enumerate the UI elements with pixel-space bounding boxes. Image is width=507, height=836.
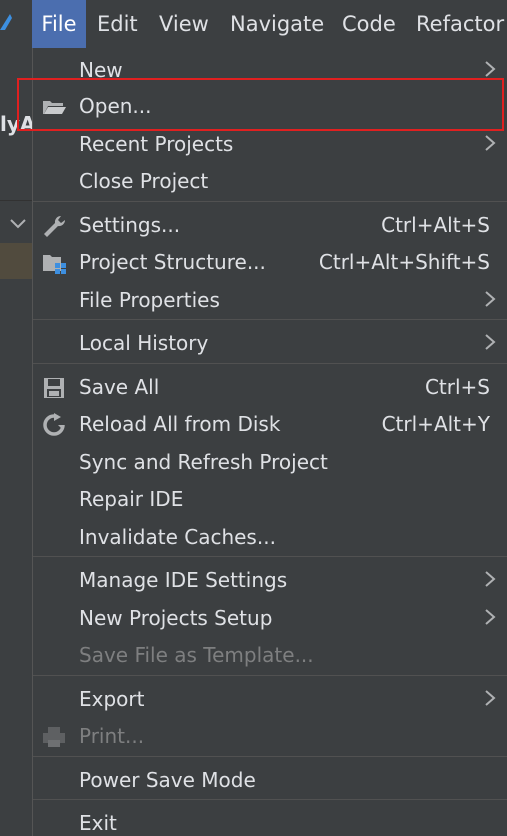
menu-item-label: Sync and Refresh Project: [79, 450, 328, 474]
reload-icon: [43, 413, 65, 436]
file-menu-dropdown: New Open... Recent Projects Close Projec…: [32, 48, 507, 836]
menu-refactor[interactable]: Refactor: [416, 0, 504, 48]
menu-item-shortcut: Ctrl+Alt+Y: [381, 412, 490, 436]
menu-item-manage-ide-settings[interactable]: Manage IDE Settings: [33, 562, 507, 598]
menubar: File Edit View Navigate Code Refactor: [0, 0, 507, 48]
highlight-box: [17, 78, 504, 131]
menu-item-label: File Properties: [79, 288, 220, 312]
ide-window: File Edit View Navigate Code Refactor ly…: [0, 0, 507, 836]
wrench-icon: [44, 215, 66, 237]
chevron-right-icon: [485, 291, 496, 307]
printer-icon: [43, 727, 65, 747]
menu-item-label: Manage IDE Settings: [79, 568, 288, 592]
menu-navigate[interactable]: Navigate: [230, 0, 324, 48]
menu-separator: [33, 799, 507, 800]
chevron-down-icon[interactable]: [10, 219, 26, 229]
menu-item-repair-ide[interactable]: Repair IDE: [33, 481, 507, 517]
menu-item-label: Power Save Mode: [79, 768, 256, 792]
menu-item-label: Project Structure...: [79, 250, 266, 274]
menu-item-label: Invalidate Caches...: [79, 525, 276, 549]
menu-navigate-label: Navigate: [230, 12, 325, 36]
menu-separator: [33, 675, 507, 676]
menu-separator: [33, 756, 507, 757]
menu-item-label: Print...: [79, 724, 145, 748]
menu-item-sync-refresh[interactable]: Sync and Refresh Project: [33, 444, 507, 480]
selected-tree-row[interactable]: [0, 243, 33, 279]
menu-item-invalidate-caches[interactable]: Invalidate Caches...: [33, 519, 507, 555]
project-structure-icon: [43, 255, 66, 274]
menu-code[interactable]: Code: [342, 0, 396, 48]
menu-item-label: Repair IDE: [79, 487, 184, 511]
menu-item-reload-all[interactable]: Reload All from Disk Ctrl+Alt+Y: [33, 406, 507, 442]
menu-edit-label: Edit: [97, 12, 138, 36]
chevron-right-icon: [485, 334, 496, 350]
menu-item-save-as-template: Save File as Template...: [33, 637, 507, 673]
menu-item-export[interactable]: Export: [33, 681, 507, 717]
menu-view-label: View: [159, 12, 209, 36]
menu-edit[interactable]: Edit: [97, 0, 138, 48]
menu-separator: [33, 556, 507, 557]
menu-item-label: New Projects Setup: [79, 606, 273, 630]
menu-refactor-label: Refactor: [416, 12, 505, 36]
chevron-right-icon: [485, 571, 496, 587]
menu-item-project-structure[interactable]: Project Structure... Ctrl+Alt+Shift+S: [33, 244, 507, 280]
menu-item-shortcut: Ctrl+Alt+Shift+S: [318, 250, 490, 274]
menu-item-save-all[interactable]: Save All Ctrl+S: [33, 369, 507, 405]
chevron-right-icon: [485, 609, 496, 625]
menu-file[interactable]: File: [32, 0, 86, 48]
menu-separator: [33, 363, 507, 364]
menu-item-label: Settings...: [79, 213, 181, 237]
menu-file-label: File: [41, 12, 77, 36]
menu-item-close-project[interactable]: Close Project: [33, 163, 507, 199]
menu-item-label: Local History: [79, 331, 209, 355]
panel-divider: [0, 200, 33, 201]
menu-item-label: Save File as Template...: [79, 643, 314, 667]
menu-separator: [33, 201, 507, 202]
menu-view[interactable]: View: [159, 0, 209, 48]
menu-separator: [33, 319, 507, 320]
chevron-right-icon: [485, 61, 496, 77]
menu-item-local-history[interactable]: Local History: [33, 325, 507, 361]
menu-item-print: Print...: [33, 718, 507, 754]
menu-code-label: Code: [342, 12, 396, 36]
menu-item-new-projects-setup[interactable]: New Projects Setup: [33, 600, 507, 636]
menu-item-settings[interactable]: Settings... Ctrl+Alt+S: [33, 207, 507, 243]
save-icon: [44, 378, 64, 398]
menu-item-label: Close Project: [79, 169, 209, 193]
menu-item-power-save-mode[interactable]: Power Save Mode: [33, 762, 507, 798]
chevron-right-icon: [485, 135, 496, 151]
menu-item-label: Exit: [79, 811, 117, 835]
menu-item-recent-projects[interactable]: Recent Projects: [33, 126, 507, 162]
menu-item-label: Export: [79, 687, 145, 711]
menu-item-shortcut: Ctrl+S: [424, 375, 490, 399]
menu-item-label: Reload All from Disk: [79, 412, 281, 436]
project-panel-fragment: lyA: [0, 48, 35, 836]
menu-item-shortcut: Ctrl+Alt+S: [381, 213, 490, 237]
menu-item-exit[interactable]: Exit: [33, 805, 507, 836]
app-logo-icon: [0, 14, 12, 30]
menu-item-label: Save All: [79, 375, 160, 399]
menu-item-file-properties[interactable]: File Properties: [33, 282, 507, 318]
menu-item-label: Recent Projects: [79, 132, 234, 156]
chevron-right-icon: [485, 690, 496, 706]
